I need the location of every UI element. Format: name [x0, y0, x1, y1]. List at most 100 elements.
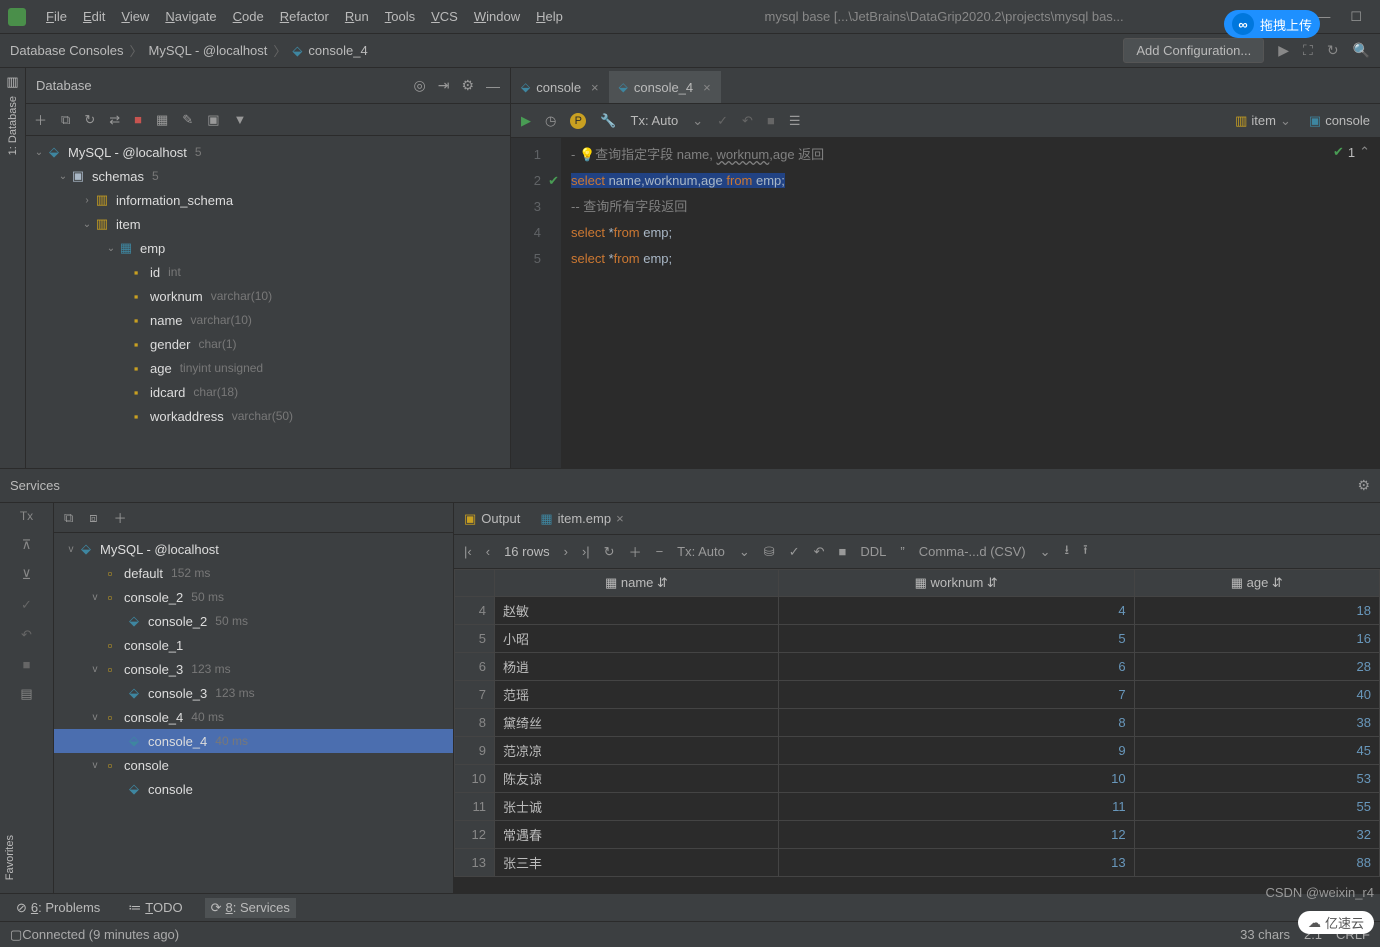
- maximize-icon[interactable]: ☐: [1350, 9, 1362, 25]
- table-row[interactable]: 10陈友谅1053: [455, 765, 1380, 793]
- menu-help[interactable]: Help: [528, 5, 571, 28]
- console-open-icon[interactable]: ▣: [207, 112, 219, 128]
- table-row[interactable]: 6杨逍628: [455, 653, 1380, 681]
- explain-icon[interactable]: ☰: [789, 113, 801, 129]
- menu-tools[interactable]: Tools: [377, 5, 423, 28]
- commit2-icon[interactable]: ✓: [789, 544, 800, 560]
- code-editor[interactable]: - 💡查询指定字段 name, worknum,age 返回select nam…: [561, 138, 1380, 468]
- db-tool-icon[interactable]: ▥: [6, 74, 18, 90]
- edit-icon[interactable]: ✎: [182, 112, 193, 128]
- commit-icon[interactable]: ✓: [717, 113, 728, 129]
- services-gear-icon[interactable]: ⚙: [1357, 477, 1370, 494]
- quote-icon[interactable]: ”: [900, 544, 904, 559]
- status-tab[interactable]: ⟳8: Services: [205, 898, 296, 918]
- close-icon[interactable]: ×: [591, 80, 599, 95]
- group2-icon[interactable]: ⧈: [89, 510, 97, 526]
- services-tree-item[interactable]: ▫default152 ms: [54, 561, 453, 585]
- clock-icon[interactable]: ◷: [545, 113, 556, 129]
- services-tree-item[interactable]: ⬙console_3123 ms: [54, 681, 453, 705]
- run-icon[interactable]: ▶: [1278, 42, 1289, 59]
- table-row[interactable]: 13张三丰1388: [455, 849, 1380, 877]
- next-page-icon[interactable]: ›: [564, 544, 568, 559]
- favorites-tab[interactable]: Favorites: [4, 835, 16, 880]
- add-icon[interactable]: ＋: [34, 110, 47, 129]
- table-row[interactable]: 12常遇春1232: [455, 821, 1380, 849]
- rollback2-icon[interactable]: ↶: [814, 544, 825, 560]
- refresh-icon[interactable]: ↻: [84, 112, 95, 128]
- services-tree[interactable]: v⬙MySQL - @localhost▫default152 msv▫cons…: [54, 533, 453, 893]
- execute-icon[interactable]: ▶: [521, 113, 531, 129]
- editor-tab[interactable]: ⬙console×: [511, 71, 609, 103]
- collapse-icon[interactable]: ⇥: [438, 77, 450, 94]
- menu-run[interactable]: Run: [337, 5, 377, 28]
- services-tree-item[interactable]: v▫console_440 ms: [54, 705, 453, 729]
- download-icon[interactable]: ⭳: [1065, 541, 1070, 563]
- db-icon[interactable]: ⛁: [764, 544, 775, 560]
- table-row[interactable]: 7范瑶740: [455, 681, 1380, 709]
- status-tab[interactable]: ⊘6: Problems: [10, 898, 106, 918]
- bc-1[interactable]: MySQL - @localhost: [148, 43, 267, 58]
- tree-column[interactable]: ▪workaddressvarchar(50): [26, 404, 510, 428]
- bc-2[interactable]: console_4: [308, 43, 367, 58]
- ddl-button[interactable]: DDL: [860, 544, 886, 559]
- menu-file[interactable]: File: [38, 5, 75, 28]
- analysis-badge[interactable]: ✔ 1 ⌃: [1333, 144, 1370, 160]
- tree-column[interactable]: ▪idint: [26, 260, 510, 284]
- tx-icon[interactable]: Tx: [20, 509, 33, 523]
- col-header[interactable]: ▦ name ⇵: [495, 570, 779, 597]
- upload-widget[interactable]: ∞ 拖拽上传: [1224, 10, 1320, 38]
- expand-icon[interactable]: ⊼: [22, 537, 32, 553]
- add2-icon[interactable]: ＋: [114, 508, 127, 527]
- tree-column[interactable]: ▪worknumvarchar(10): [26, 284, 510, 308]
- console-badge-label[interactable]: console: [1325, 113, 1370, 128]
- menu-code[interactable]: Code: [225, 5, 272, 28]
- table-row[interactable]: 11张士诚1155: [455, 793, 1380, 821]
- csv-dropdown[interactable]: Comma-...d (CSV): [919, 544, 1026, 559]
- table-icon[interactable]: ▦: [156, 112, 168, 128]
- editor-tab[interactable]: ⬙console_4×: [609, 71, 721, 103]
- menu-view[interactable]: View: [113, 5, 157, 28]
- copy-icon[interactable]: ⧉: [61, 112, 70, 128]
- menu-edit[interactable]: Edit: [75, 5, 113, 28]
- remove-row-icon[interactable]: −: [656, 544, 664, 559]
- services-tree-item[interactable]: ⬙console_440 ms: [54, 729, 453, 753]
- services-tree-item[interactable]: v▫console_250 ms: [54, 585, 453, 609]
- rerun-icon[interactable]: ↻: [1327, 42, 1339, 59]
- result-grid[interactable]: ▦ name ⇵▦ worknum ⇵▦ age ⇵4赵敏4185小昭5166杨…: [454, 569, 1380, 893]
- table-row[interactable]: 5小昭516: [455, 625, 1380, 653]
- tx-mode[interactable]: Tx: Auto: [631, 113, 679, 128]
- stop-run-icon[interactable]: ■: [767, 113, 775, 128]
- stop-icon[interactable]: ■: [134, 112, 142, 127]
- gear-icon[interactable]: ⚙: [461, 77, 474, 94]
- collapse2-icon[interactable]: ⊻: [22, 567, 32, 583]
- last-page-icon[interactable]: ›|: [582, 544, 590, 559]
- tree-datasource[interactable]: ⌄⬙ MySQL - @localhost 5: [26, 140, 510, 164]
- menu-vcs[interactable]: VCS: [423, 5, 466, 28]
- tree-item-schema[interactable]: ⌄▥ item: [26, 212, 510, 236]
- db-tree[interactable]: ⌄⬙ MySQL - @localhost 5 ⌄▣ schemas 5 ›▥ …: [26, 136, 510, 468]
- tree-column[interactable]: ▪idcardchar(18): [26, 380, 510, 404]
- table-row[interactable]: 9范凉凉945: [455, 737, 1380, 765]
- col-header[interactable]: ▦ age ⇵: [1134, 570, 1379, 597]
- target-icon[interactable]: ◎: [413, 77, 425, 94]
- check2-icon[interactable]: ✓: [21, 597, 32, 613]
- add-row-icon[interactable]: ＋: [629, 542, 642, 561]
- tree-column[interactable]: ▪genderchar(1): [26, 332, 510, 356]
- rollback-icon[interactable]: ↶: [742, 113, 753, 129]
- upload-icon[interactable]: ⭱: [1083, 541, 1088, 563]
- services-tree-item[interactable]: ▫console_1: [54, 633, 453, 657]
- output-tab[interactable]: ▣ Output: [464, 511, 520, 527]
- tree-emp-table[interactable]: ⌄▦ emp: [26, 236, 510, 260]
- layout-icon[interactable]: ▤: [20, 686, 32, 702]
- tab-close-icon[interactable]: ×: [616, 511, 624, 526]
- services-tree-item[interactable]: v▫console: [54, 753, 453, 777]
- database-tab-label[interactable]: 1: Database: [7, 96, 19, 155]
- table-tab[interactable]: ▦ item.emp ×: [540, 511, 623, 527]
- filter-icon[interactable]: ▼: [233, 112, 246, 127]
- stop3-icon[interactable]: ■: [839, 544, 847, 559]
- col-header[interactable]: ▦ worknum ⇵: [778, 570, 1134, 597]
- hide-icon[interactable]: —: [486, 78, 500, 94]
- first-page-icon[interactable]: |‹: [464, 544, 472, 559]
- services-tree-item[interactable]: v▫console_3123 ms: [54, 657, 453, 681]
- run-config-dropdown[interactable]: Add Configuration...: [1123, 38, 1264, 63]
